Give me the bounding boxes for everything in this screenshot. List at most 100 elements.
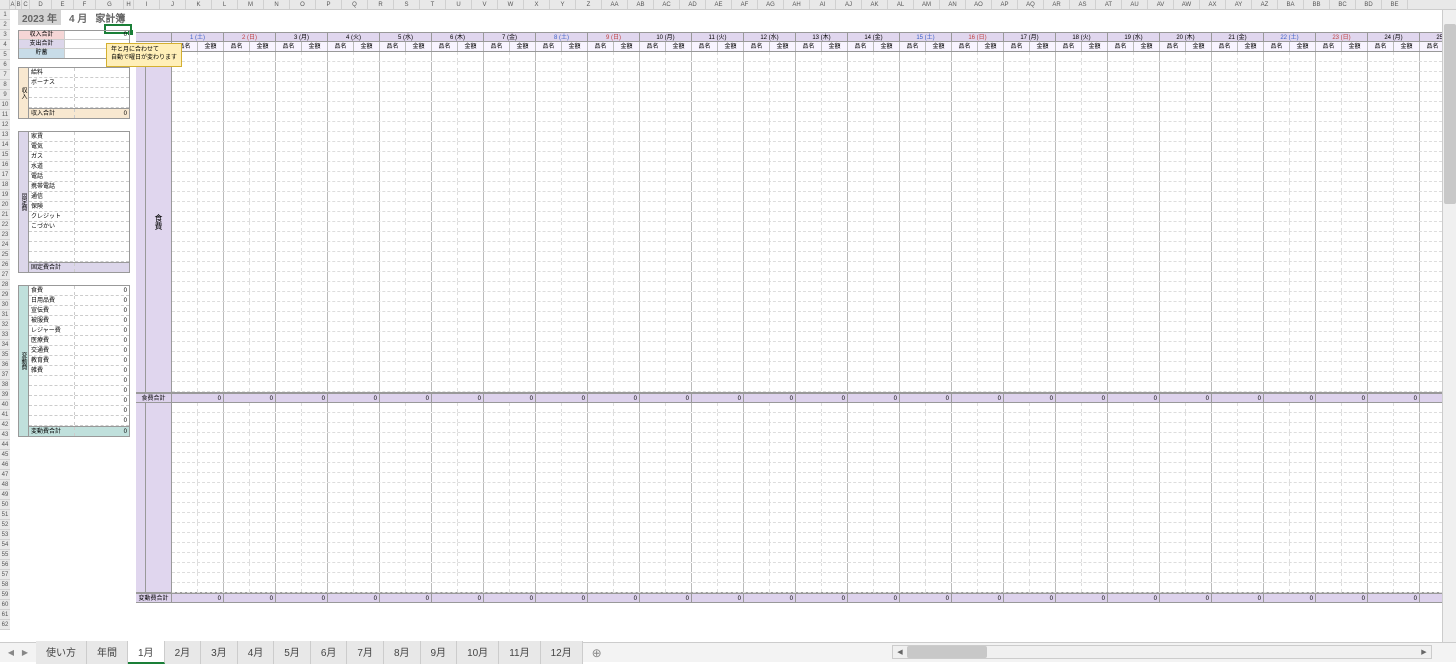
- grid-cell[interactable]: [1342, 543, 1368, 552]
- grid-cell[interactable]: [198, 312, 224, 321]
- grid-cell[interactable]: [432, 352, 458, 361]
- grid-cell[interactable]: [1030, 493, 1056, 502]
- grid-cell[interactable]: [796, 262, 822, 271]
- grid-cell[interactable]: [1082, 563, 1108, 572]
- grid-cell[interactable]: [1394, 342, 1420, 351]
- grid-cell[interactable]: [224, 132, 250, 141]
- grid-cell[interactable]: [1030, 62, 1056, 71]
- grid-cell[interactable]: [1082, 503, 1108, 512]
- grid-cell[interactable]: [380, 543, 406, 552]
- grid-cell[interactable]: [900, 112, 926, 121]
- grid-cell[interactable]: [198, 122, 224, 131]
- grid-cell[interactable]: [562, 112, 588, 121]
- grid-cell[interactable]: [1082, 242, 1108, 251]
- grid-cell[interactable]: [1134, 563, 1160, 572]
- col-header-AN[interactable]: AN: [940, 0, 966, 9]
- grid-cell[interactable]: [1316, 252, 1342, 261]
- grid-cell[interactable]: [250, 403, 276, 412]
- grid-cell[interactable]: [744, 463, 770, 472]
- grid-cell[interactable]: [302, 92, 328, 101]
- grid-cell[interactable]: [328, 513, 354, 522]
- grid-cell[interactable]: [1134, 513, 1160, 522]
- grid-cell[interactable]: [198, 82, 224, 91]
- grid-cell[interactable]: [224, 453, 250, 462]
- grid-cell[interactable]: [510, 413, 536, 422]
- grid-cell[interactable]: [926, 483, 952, 492]
- grid-cell[interactable]: [1134, 433, 1160, 442]
- grid-cell[interactable]: [172, 102, 198, 111]
- grid-cell[interactable]: [926, 543, 952, 552]
- grid-cell[interactable]: [1030, 352, 1056, 361]
- grid-cell[interactable]: [874, 523, 900, 532]
- grid-cell[interactable]: [1368, 162, 1394, 171]
- grid-cell[interactable]: [1108, 242, 1134, 251]
- grid-cell[interactable]: [562, 62, 588, 71]
- grid-cell[interactable]: [1186, 302, 1212, 311]
- col-header-H[interactable]: H: [124, 0, 134, 9]
- grid-cell[interactable]: [1082, 403, 1108, 412]
- grid-cell[interactable]: [224, 82, 250, 91]
- grid-cell[interactable]: [744, 413, 770, 422]
- grid-cell[interactable]: [1030, 483, 1056, 492]
- grid-cell[interactable]: [1160, 543, 1186, 552]
- grid-cell[interactable]: [718, 543, 744, 552]
- grid-cell[interactable]: [900, 563, 926, 572]
- grid-cell[interactable]: [1030, 463, 1056, 472]
- grid-cell[interactable]: [614, 352, 640, 361]
- grid-cell[interactable]: [458, 132, 484, 141]
- grid-cell[interactable]: [666, 453, 692, 462]
- grid-cell[interactable]: [900, 262, 926, 271]
- grid-cell[interactable]: [510, 62, 536, 71]
- grid-cell[interactable]: [848, 543, 874, 552]
- grid-cell[interactable]: [484, 543, 510, 552]
- grid-cell[interactable]: [328, 262, 354, 271]
- grid-cell[interactable]: [1004, 413, 1030, 422]
- grid-cell[interactable]: [484, 162, 510, 171]
- grid-cell[interactable]: [302, 453, 328, 462]
- grid-cell[interactable]: [1238, 433, 1264, 442]
- grid-cell[interactable]: [874, 192, 900, 201]
- grid-cell[interactable]: [1342, 52, 1368, 61]
- grid-cell[interactable]: [406, 82, 432, 91]
- grid-cell[interactable]: [302, 583, 328, 592]
- grid-cell[interactable]: [536, 413, 562, 422]
- grid-cell[interactable]: [1342, 322, 1368, 331]
- grid-cell[interactable]: [1238, 523, 1264, 532]
- grid-cell[interactable]: [614, 463, 640, 472]
- grid-cell[interactable]: [1368, 252, 1394, 261]
- grid-cell[interactable]: [1264, 443, 1290, 452]
- grid-cell[interactable]: [484, 443, 510, 452]
- grid-cell[interactable]: [1056, 222, 1082, 231]
- grid-cell[interactable]: [1316, 352, 1342, 361]
- box-item-label[interactable]: 電話: [29, 172, 75, 181]
- grid-cell[interactable]: [588, 583, 614, 592]
- grid-cell[interactable]: [1134, 553, 1160, 562]
- grid-cell[interactable]: [796, 222, 822, 231]
- grid-cell[interactable]: [1212, 142, 1238, 151]
- grid-cell[interactable]: [926, 262, 952, 271]
- grid-cell[interactable]: [770, 332, 796, 341]
- grid-cell[interactable]: [770, 252, 796, 261]
- grid-cell[interactable]: [1238, 82, 1264, 91]
- grid-cell[interactable]: [484, 513, 510, 522]
- box-item-label[interactable]: 食費: [29, 286, 75, 295]
- grid-cell[interactable]: [198, 172, 224, 181]
- grid-cell[interactable]: [978, 463, 1004, 472]
- grid-cell[interactable]: [1394, 433, 1420, 442]
- grid-cell[interactable]: [1160, 362, 1186, 371]
- grid-cell[interactable]: [1368, 573, 1394, 582]
- grid-cell[interactable]: [536, 583, 562, 592]
- grid-cell[interactable]: [822, 312, 848, 321]
- grid-cell[interactable]: [744, 573, 770, 582]
- grid-cell[interactable]: [172, 232, 198, 241]
- grid-cell[interactable]: [1394, 473, 1420, 482]
- grid-cell[interactable]: [224, 433, 250, 442]
- grid-cell[interactable]: [432, 272, 458, 281]
- grid-cell[interactable]: [1342, 342, 1368, 351]
- box-item-label[interactable]: 被服費: [29, 316, 75, 325]
- grid-cell[interactable]: [328, 242, 354, 251]
- grid-cell[interactable]: [380, 413, 406, 422]
- grid-cell[interactable]: [1160, 503, 1186, 512]
- grid-cell[interactable]: [718, 62, 744, 71]
- grid-cell[interactable]: [276, 132, 302, 141]
